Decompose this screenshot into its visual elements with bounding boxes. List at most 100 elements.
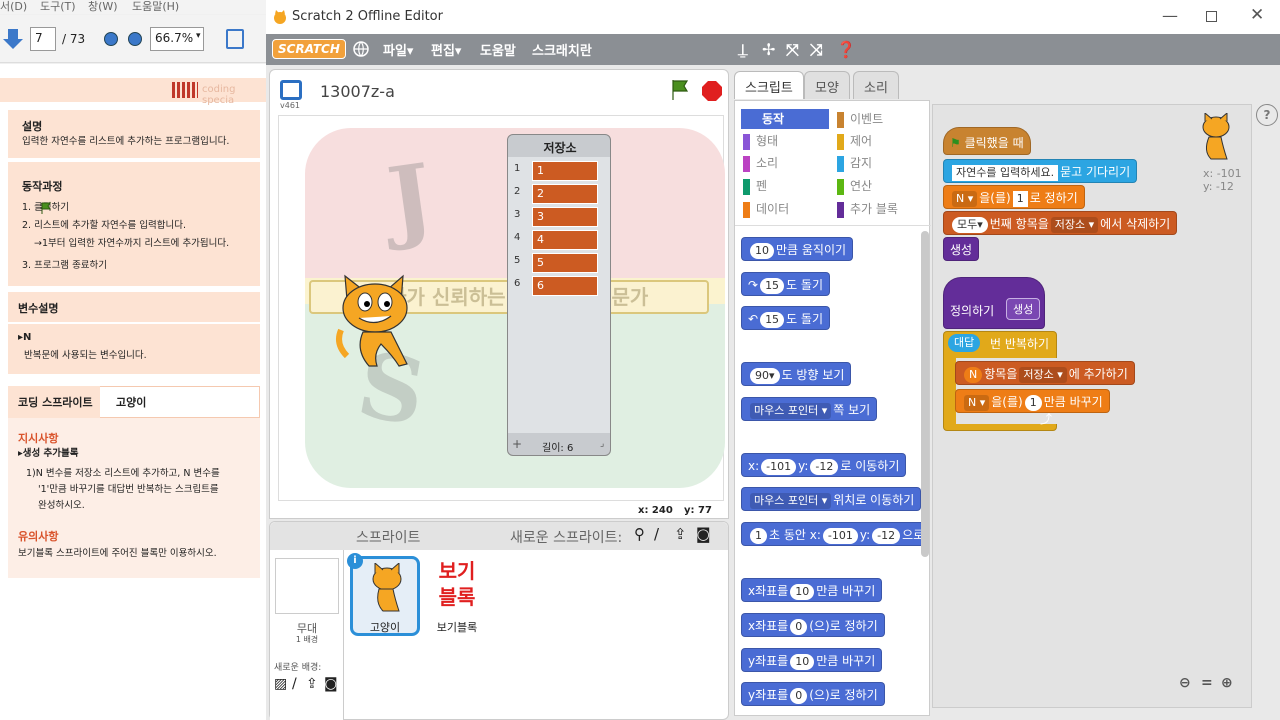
menu-about[interactable]: 스크래치란 bbox=[532, 40, 592, 59]
block-ask-and-wait[interactable]: 자연수를 입력하세요. 묻고 기다리기 bbox=[943, 159, 1138, 183]
block-set-variable[interactable]: N ▾ 을(를) 1 로 정하기 bbox=[943, 185, 1085, 209]
block-change-x[interactable]: x좌표를 10 만큼 바꾸기 bbox=[741, 578, 883, 602]
backdrop-library-icon[interactable]: ▨ bbox=[274, 676, 287, 692]
stage[interactable]: 엄마가 신뢰하는 코딩교육 전문가 J S 저장소 1 1 2 2 3 3 4 … bbox=[278, 115, 725, 501]
version-label: v461 bbox=[280, 101, 301, 110]
pdf-menu-item[interactable]: 창(W) bbox=[88, 0, 118, 14]
category-sensing[interactable]: 감지 bbox=[829, 154, 872, 172]
block-turn-right[interactable]: ↷ 15 도 돌기 bbox=[741, 272, 830, 296]
list-item[interactable]: 4 bbox=[532, 230, 598, 250]
list-length: 길이: 6 bbox=[542, 443, 574, 454]
mouse-x: x: 240 bbox=[638, 505, 673, 516]
block-point-towards[interactable]: 마우스 포인터 ▾ 쪽 보기 bbox=[741, 397, 878, 421]
tab-sounds[interactable]: 소리 bbox=[853, 71, 899, 99]
block-when-flag-clicked[interactable]: ⚑ 클릭했을 때 bbox=[943, 127, 1031, 155]
backdrop-upload-icon[interactable]: ⇪ bbox=[306, 676, 318, 692]
zoom-reset-icon[interactable]: = bbox=[1201, 675, 1213, 691]
upload-icon[interactable]: ⇪ bbox=[674, 525, 687, 543]
cut-icon[interactable]: ✢ bbox=[762, 40, 775, 59]
block-call-generate[interactable]: 생성 bbox=[943, 237, 980, 261]
menu-help[interactable]: 도움말 bbox=[480, 40, 516, 59]
category-sound[interactable]: 소리 bbox=[735, 154, 778, 172]
block-change-variable[interactable]: N ▾ 을(를) 1 만큼 바꾸기 bbox=[955, 389, 1110, 413]
zoom-in-icon[interactable] bbox=[128, 32, 142, 46]
list-resize-icon[interactable]: ⌟ bbox=[600, 439, 604, 449]
palette-scrollbar[interactable] bbox=[921, 231, 929, 557]
answer-reporter[interactable]: 대답 bbox=[948, 334, 981, 352]
category-events[interactable]: 이벤트 bbox=[829, 110, 883, 128]
scripts-area[interactable]: x: -101 y: -12 ⚑ 클릭했을 때 자연수를 입력하세요. 묻고 기다… bbox=[932, 104, 1252, 708]
block-delete-list-item[interactable]: 모두▾ 번째 항목을 저장소 ▾ 에서 삭제하기 bbox=[943, 211, 1178, 235]
info-icon[interactable]: i bbox=[347, 553, 363, 569]
sprite-tile-blocks[interactable]: 보기 블록 보기블록 bbox=[422, 556, 492, 636]
zoom-out-icon[interactable]: ⊖ bbox=[1179, 675, 1191, 691]
block-set-x[interactable]: x좌표를 0 (으)로 정하기 bbox=[741, 613, 885, 637]
var-desc: 반복문에 사용되는 변수입니다. bbox=[24, 350, 147, 361]
list-item[interactable]: 6 bbox=[532, 276, 598, 296]
block-goto[interactable]: 마우스 포인터 ▾ 위치로 이동하기 bbox=[741, 487, 922, 511]
block-add-to-list[interactable]: N 항목을 저장소 ▾ 에 추가하기 bbox=[955, 361, 1135, 385]
brand-logo bbox=[172, 82, 198, 98]
category-operators[interactable]: 연산 bbox=[829, 177, 872, 195]
minimize-button[interactable]: — bbox=[1162, 6, 1178, 25]
menu-edit[interactable]: 편집▾ bbox=[431, 40, 461, 59]
stop-icon[interactable] bbox=[702, 81, 722, 101]
green-flag-icon[interactable] bbox=[670, 78, 692, 102]
camera-icon[interactable]: ◙ bbox=[696, 525, 711, 543]
menu-file[interactable]: 파일▾ bbox=[383, 40, 413, 59]
paint-brush-icon[interactable]: / bbox=[654, 525, 659, 543]
block-glide[interactable]: 1초 동안 x: -101 y: -12 으로 bbox=[741, 522, 927, 546]
block-turn-left[interactable]: ↶ 15 도 돌기 bbox=[741, 306, 830, 330]
pdf-menu-item[interactable]: 도움말(H) bbox=[132, 0, 179, 14]
grow-icon[interactable]: ⤧ bbox=[786, 40, 799, 60]
duplicate-icon[interactable]: ⍊ bbox=[738, 40, 748, 60]
scratch-window: Scratch 2 Offline Editor — ✕ SCRATCH 파일▾… bbox=[266, 0, 1280, 720]
sprite-name: 보기블록 bbox=[436, 621, 478, 634]
tab-scripts[interactable]: 스크립트 bbox=[734, 71, 804, 99]
globe-icon[interactable] bbox=[353, 41, 369, 57]
page-number-input[interactable]: 7 bbox=[30, 27, 56, 51]
instr-line: 완성하시오. bbox=[38, 500, 85, 511]
pdf-menu-item[interactable]: 서(D) bbox=[0, 0, 27, 14]
block-set-y[interactable]: y좌표를 0 (으)로 정하기 bbox=[741, 682, 885, 706]
sprite-library-icon[interactable]: ⚲ bbox=[634, 525, 645, 543]
shrink-icon[interactable]: ⤨ bbox=[810, 40, 823, 60]
list-item[interactable]: 2 bbox=[532, 184, 598, 204]
tips-icon[interactable]: ? bbox=[1256, 104, 1278, 126]
category-looks[interactable]: 형태 bbox=[735, 132, 778, 150]
sprite-tile-cat[interactable]: i 고양이 bbox=[347, 553, 420, 636]
save-icon[interactable] bbox=[226, 29, 244, 49]
project-name[interactable]: 13007z-a bbox=[320, 82, 395, 101]
sprite-name: 고양이 bbox=[369, 621, 401, 634]
block-define[interactable]: 정의하기 생성 bbox=[943, 277, 1045, 329]
category-more-blocks[interactable]: 추가 블록 bbox=[829, 200, 898, 218]
block-move-steps[interactable]: 10 만큼 움직이기 bbox=[741, 237, 854, 261]
sprite-panel: 스프라이트 새로운 스프라이트: ⚲ / ⇪ ◙ 무대 1 배경 새로운 배경:… bbox=[269, 521, 729, 720]
fullscreen-icon[interactable] bbox=[280, 80, 302, 100]
down-arrow-icon[interactable] bbox=[2, 27, 24, 51]
block-change-y[interactable]: y좌표를 10 만큼 바꾸기 bbox=[741, 648, 883, 672]
close-button[interactable]: ✕ bbox=[1250, 5, 1264, 25]
category-pen[interactable]: 펜 bbox=[735, 177, 767, 195]
help-icon[interactable]: ❓ bbox=[836, 40, 856, 59]
pdf-menu-item[interactable]: 도구(T) bbox=[40, 0, 76, 14]
category-control[interactable]: 제어 bbox=[829, 132, 872, 150]
list-item[interactable]: 3 bbox=[532, 207, 598, 227]
tab-costumes[interactable]: 모양 bbox=[804, 71, 850, 99]
zoom-dropdown-icon[interactable]: ▾ bbox=[196, 31, 201, 41]
block-point-direction[interactable]: 90▾ 도 방향 보기 bbox=[741, 362, 852, 386]
list-monitor[interactable]: 저장소 1 1 2 2 3 3 4 4 5 5 6 6 + 길이: 6 ⌟ bbox=[507, 134, 611, 456]
block-goto-xy[interactable]: x: -101 y: -12 로 이동하기 bbox=[741, 453, 907, 477]
backdrop-camera-icon[interactable]: ◙ bbox=[324, 676, 338, 692]
stage-thumbnail[interactable] bbox=[275, 558, 339, 614]
category-motion[interactable]: 동작 bbox=[741, 110, 784, 128]
list-item[interactable]: 1 bbox=[532, 161, 598, 181]
cat-sprite[interactable] bbox=[333, 270, 419, 380]
maximize-button[interactable] bbox=[1206, 11, 1217, 22]
zoom-in-icon[interactable]: ⊕ bbox=[1221, 675, 1233, 691]
category-data[interactable]: 데이터 bbox=[735, 200, 789, 218]
list-item[interactable]: 5 bbox=[532, 253, 598, 273]
zoom-out-icon[interactable] bbox=[104, 32, 118, 46]
backdrop-paint-icon[interactable]: / bbox=[292, 676, 297, 692]
list-add-icon[interactable]: + bbox=[512, 437, 522, 451]
